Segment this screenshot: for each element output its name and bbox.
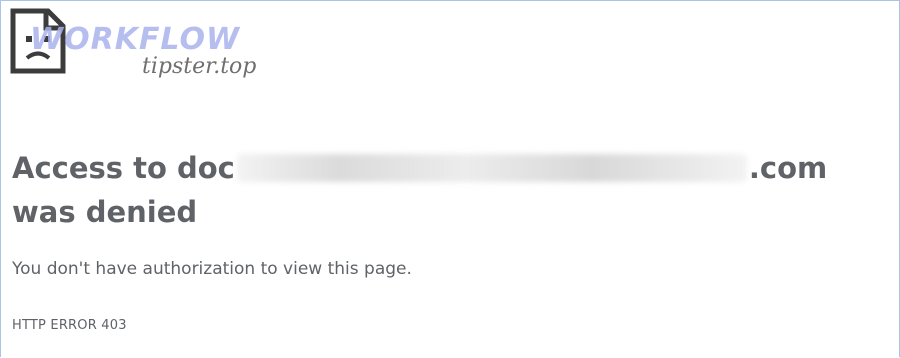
error-heading: Access to doc .com was denied	[12, 146, 894, 234]
sad-document-icon	[10, 8, 66, 74]
redacted-domain	[236, 154, 747, 182]
error-message: You don't have authorization to view thi…	[12, 259, 412, 279]
error-code: HTTP ERROR 403	[12, 318, 127, 333]
heading-prefix: Access to doc	[12, 151, 235, 185]
